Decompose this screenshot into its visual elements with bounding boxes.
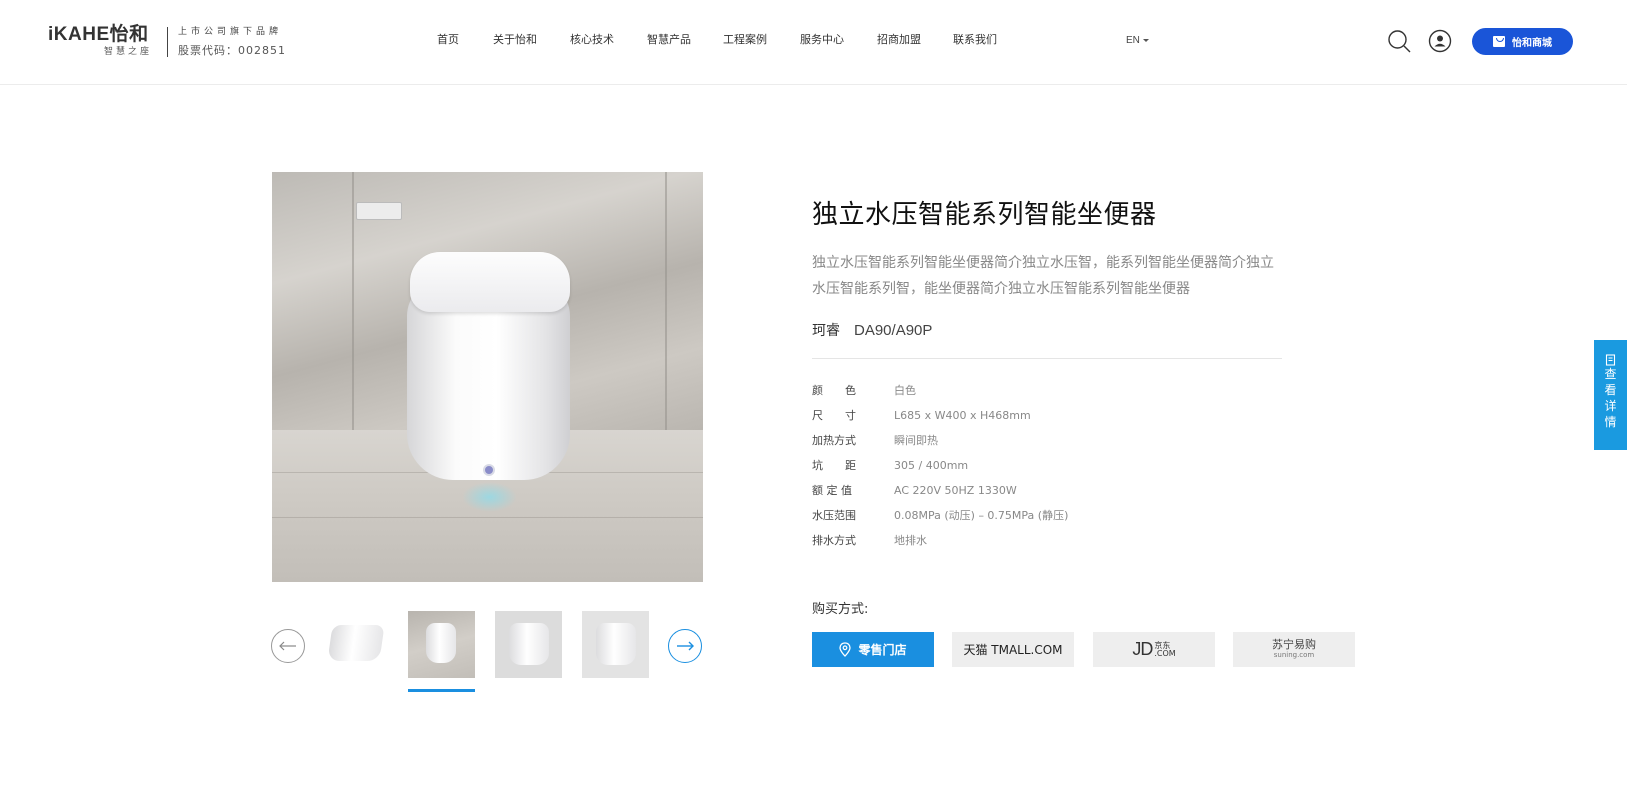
listed-brand-text: 上市公司旗下品牌 [178,27,283,37]
nav-home[interactable]: 首页 [437,33,459,47]
spec-value: L685 x W400 x H468mm [894,409,1031,422]
spec-value: 地排水 [894,534,927,547]
arrow-right-icon [677,641,694,651]
thumbnail-3[interactable] [495,611,562,678]
spec-value: AC 220V 50HZ 1330W [894,484,1017,497]
spec-value: 305 / 400mm [894,459,969,472]
logo-tagline: 智慧之座 [104,47,153,57]
wall-seam [665,172,667,430]
thumbnail-toilet [327,625,385,661]
stock-code-text: 股票代码：002851 [178,44,286,57]
caret-down-icon [1142,38,1149,42]
jd-logo-sub: 京东 .COM [1154,641,1176,658]
logo-brand: iKAHE怡和 [48,24,149,45]
nav-franchise[interactable]: 招商加盟 [877,33,921,47]
nav-cases[interactable]: 工程案例 [723,33,767,47]
nav-technology[interactable]: 核心技术 [570,33,614,47]
toilet-night-light [462,482,517,512]
location-pin-icon [839,642,852,657]
suning-logo: 苏宁易购 suning.com [1272,637,1316,660]
product-model: 珂睿 DA90/A90P [812,322,932,340]
logo[interactable]: iKAHE怡和 智慧之座 [48,24,152,58]
info-divider [812,358,1282,359]
product-description: 独立水压智能系列智能坐便器简介独立水压智，能系列智能坐便器简介独立水压智能系列智… [812,255,1274,297]
product-main-image [272,172,703,582]
side-tab-char: 查 [1604,367,1617,381]
spec-key: 颜 色 [812,384,856,397]
floor-line [272,517,703,518]
arrow-left-icon [279,641,296,651]
side-tab-char: 看 [1604,383,1617,397]
jd-sub-com: .COM [1154,648,1176,658]
product-series: 珂睿 [812,323,840,339]
toilet-lid [410,252,570,312]
spec-value: 瞬间即热 [894,434,938,447]
product-title: 独立水压智能系列智能坐便器 [812,200,1157,230]
thumbnail-toilet [509,623,549,665]
document-icon [1605,354,1615,366]
tmall-button[interactable]: 天猫 TMALL.COM [952,632,1074,667]
shopping-bag-icon [1493,36,1505,47]
suning-logo-cn: 苏宁易购 [1272,637,1316,651]
thumbnail-toilet [596,623,636,665]
tmall-logo: 天猫 TMALL.COM [963,643,1063,657]
mall-button[interactable]: 怡和商城 [1472,28,1573,55]
spec-key: 排水方式 [812,534,856,547]
site-header: iKAHE怡和 智慧之座 上市公司旗下品牌 股票代码：002851 首页 关于怡… [0,0,1627,85]
toilet-button [483,464,495,476]
spec-key: 额 定 值 [812,484,852,497]
spec-value: 白色 [894,384,916,397]
thumbnail-toilet [426,623,456,663]
next-image-button[interactable] [668,629,702,663]
spec-key: 水压范围 [812,509,856,522]
logo-info: 上市公司旗下品牌 股票代码：002851 [178,26,286,58]
side-tab-char: 情 [1604,415,1617,429]
suning-logo-en: suning.com [1273,650,1315,659]
spec-value: 0.08MPa (动压) – 0.75MPa (静压) [894,509,1069,522]
model-code: DA90/A90P [854,322,933,339]
search-icon[interactable] [1387,29,1411,53]
mall-button-label: 怡和商城 [1512,38,1552,49]
side-tab-char: 详 [1604,399,1617,413]
retail-store-label: 零售门店 [858,643,907,657]
language-label: EN [1126,35,1140,46]
buy-label: 购买方式: [812,602,869,617]
wall-control-panel [356,202,402,220]
jd-logo: JD [1132,639,1153,659]
spec-key: 尺 寸 [812,409,856,422]
nav-contact[interactable]: 联系我们 [953,33,997,47]
active-thumbnail-indicator [408,689,475,692]
nav-about[interactable]: 关于怡和 [493,33,537,47]
language-switch[interactable]: EN [1126,35,1149,46]
jd-button[interactable]: JD 京东 .COM [1093,632,1215,667]
logo-divider [167,27,168,57]
nav-service[interactable]: 服务中心 [800,33,844,47]
thumbnail-4[interactable] [582,611,649,678]
suning-button[interactable]: 苏宁易购 suning.com [1233,632,1355,667]
wall-seam [352,172,354,430]
retail-store-button[interactable]: 零售门店 [812,632,934,667]
user-icon[interactable] [1428,29,1452,53]
thumbnail-1[interactable] [324,611,391,678]
spec-key: 加热方式 [812,434,856,447]
spec-key: 坑 距 [812,459,856,472]
thumbnail-2[interactable] [408,611,475,678]
prev-image-button[interactable] [271,629,305,663]
view-details-side-tab[interactable]: 查 看 详 情 [1594,340,1627,450]
nav-products[interactable]: 智慧产品 [647,33,691,47]
